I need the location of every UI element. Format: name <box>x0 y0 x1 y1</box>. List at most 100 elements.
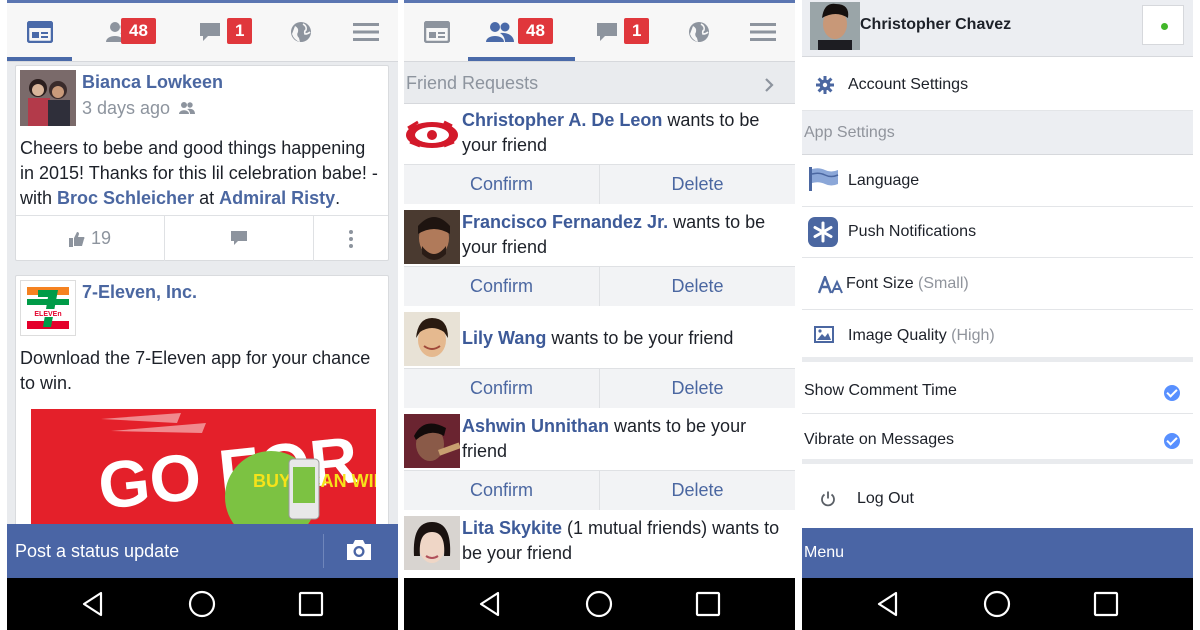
push-notifications-item[interactable]: Push Notifications <box>802 207 1193 258</box>
show-comment-time-checkbox[interactable] <box>1164 385 1180 401</box>
android-nav-bar <box>404 578 795 630</box>
home-icon[interactable] <box>188 590 216 618</box>
delete-button[interactable]: Delete <box>599 471 795 510</box>
friend-request-item: Christopher A. De Leon wants to be your … <box>404 104 795 206</box>
post-text-end: . <box>335 188 341 208</box>
requester-name[interactable]: Lita Skykite <box>462 518 562 538</box>
requester-name[interactable]: Francisco Fernandez Jr. <box>462 212 668 232</box>
back-icon[interactable] <box>874 590 902 618</box>
globe-icon <box>290 22 311 42</box>
profile-header[interactable]: Christopher Chavez <box>802 0 1193 57</box>
back-icon[interactable] <box>79 590 107 618</box>
more-options-button[interactable] <box>314 216 388 261</box>
language-item[interactable]: Language <box>802 155 1193 207</box>
delete-button[interactable]: Delete <box>599 267 795 306</box>
tab-news-feed[interactable] <box>7 3 72 61</box>
font-size-icon <box>818 276 843 294</box>
home-icon[interactable] <box>983 590 1011 618</box>
requester-name[interactable]: Christopher A. De Leon <box>462 110 662 130</box>
post-time: 3 days ago <box>82 98 171 118</box>
recents-icon[interactable] <box>297 590 325 618</box>
image-quality-text: Image Quality <box>848 327 947 344</box>
android-nav-bar <box>802 578 1193 630</box>
menu-footer-label: Menu <box>804 544 845 561</box>
confirm-button[interactable]: Confirm <box>404 267 599 306</box>
log-out-item[interactable]: Log Out <box>802 469 1193 523</box>
app-settings-label: App Settings <box>804 124 895 141</box>
post-text: Cheers to bebe and good things happening… <box>20 136 382 211</box>
camera-button[interactable] <box>345 539 373 566</box>
thumbs-up-icon <box>68 231 85 247</box>
tab-notifications[interactable] <box>666 3 731 61</box>
requester-avatar[interactable] <box>404 516 460 570</box>
tagged-place-link[interactable]: Admiral Risty <box>219 188 335 208</box>
requester-avatar[interactable] <box>404 210 460 264</box>
news-feed-icon <box>26 21 53 43</box>
friend-request-item: Lily Wang wants to be your friend Confir… <box>404 308 795 410</box>
confirm-button[interactable]: Confirm <box>404 471 599 510</box>
ad-banner-image[interactable]: GO FOR 2BUY SCAN WIN <box>31 409 376 539</box>
font-size-label: Font Size (Small) <box>846 275 969 293</box>
push-notifications-label: Push Notifications <box>848 223 977 240</box>
account-settings-item[interactable]: Account Settings <box>802 59 1193 111</box>
font-size-text: Font Size <box>846 275 914 292</box>
requester-name[interactable]: Ashwin Unnithan <box>462 416 609 436</box>
profile-name[interactable]: Christopher Chavez <box>860 16 1011 34</box>
tab-notifications[interactable] <box>268 3 333 61</box>
recents-icon[interactable] <box>694 590 722 618</box>
hamburger-menu-icon <box>352 23 379 41</box>
confirm-button[interactable]: Confirm <box>404 369 599 408</box>
requester-avatar[interactable] <box>404 312 460 366</box>
chat-status-toggle[interactable] <box>1142 5 1184 45</box>
request-suffix: wants to be your friend <box>546 328 734 348</box>
post-author[interactable]: Bianca Lowkeen <box>82 72 223 93</box>
vibrate-on-messages-checkbox[interactable] <box>1164 433 1180 449</box>
tab-menu[interactable] <box>730 3 795 61</box>
status-update-input[interactable]: Post a status update <box>15 541 179 562</box>
seven-eleven-logo[interactable]: ELEVEn <box>20 280 76 336</box>
request-text: Lily Wang wants to be your friend <box>462 326 789 351</box>
comment-button[interactable] <box>165 216 314 261</box>
vibrate-on-messages-label: Vibrate on Messages <box>804 431 955 448</box>
show-comment-time-item[interactable]: Show Comment Time <box>802 367 1193 414</box>
globe-icon <box>688 22 709 42</box>
camera-icon <box>347 540 371 560</box>
font-size-item[interactable]: Font Size (Small) <box>802 258 1193 310</box>
power-icon <box>821 491 835 507</box>
home-icon[interactable] <box>585 590 613 618</box>
sponsor-name[interactable]: 7-Eleven, Inc. <box>82 282 197 303</box>
top-tab-bar: 48 1 <box>7 0 398 62</box>
profile-avatar[interactable] <box>810 2 860 50</box>
like-button[interactable]: 19 <box>16 216 165 261</box>
vibrate-on-messages-item[interactable]: Vibrate on Messages <box>802 414 1193 464</box>
recents-icon[interactable] <box>1092 590 1120 618</box>
chevron-right-icon <box>765 78 774 92</box>
android-nav-bar <box>7 578 398 630</box>
top-tab-bar: 48 1 <box>404 0 795 62</box>
delete-button[interactable]: Delete <box>599 369 795 408</box>
tab-news-feed[interactable] <box>404 3 469 61</box>
friend-requests-header[interactable]: Friend Requests <box>404 62 795 104</box>
confirm-button[interactable]: Confirm <box>404 165 599 204</box>
news-feed-icon <box>423 21 450 43</box>
delete-button[interactable]: Delete <box>599 165 795 204</box>
tagged-person-link[interactable]: Broc Schleicher <box>57 188 194 208</box>
request-actions: Confirm Delete <box>404 266 795 306</box>
friend-request-item: Francisco Fernandez Jr. wants to be your… <box>404 206 795 308</box>
like-count: 19 <box>90 228 112 248</box>
requester-avatar[interactable] <box>404 414 460 468</box>
messages-icon <box>199 23 220 41</box>
image-quality-value: (High) <box>951 327 995 344</box>
post-timestamp: 3 days ago <box>82 98 196 119</box>
back-icon[interactable] <box>476 590 504 618</box>
asterisk-icon <box>808 217 838 247</box>
gear-icon <box>816 76 834 94</box>
tab-menu[interactable] <box>333 3 398 61</box>
requester-avatar[interactable] <box>404 108 460 162</box>
author-avatar[interactable] <box>20 70 76 126</box>
flag-icon <box>809 167 839 191</box>
requester-name[interactable]: Lily Wang <box>462 328 546 348</box>
friend-request-item: Ashwin Unnithan wants to be your friend … <box>404 410 795 512</box>
image-quality-item[interactable]: Image Quality (High) <box>802 310 1193 362</box>
post-text-at: at <box>194 188 220 208</box>
